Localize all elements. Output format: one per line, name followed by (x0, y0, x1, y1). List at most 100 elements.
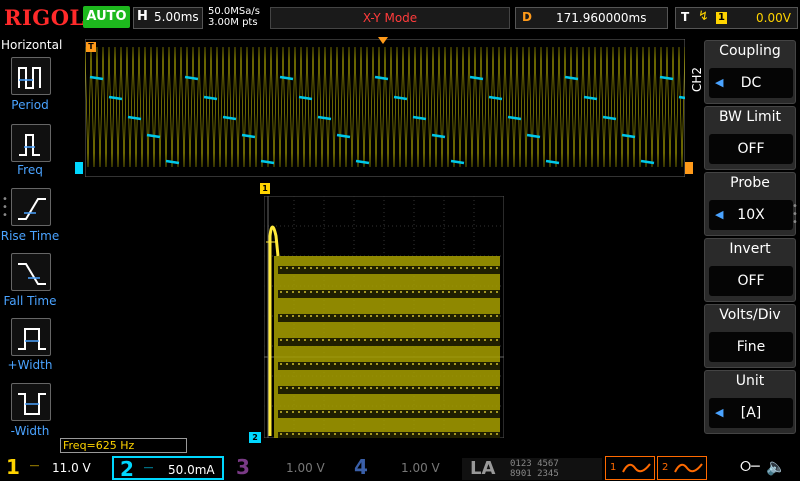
dc-coupling-icon: ― (30, 461, 39, 471)
period-label: Period (11, 98, 49, 112)
math-wave-icon (622, 463, 651, 473)
mute-speaker-icon[interactable]: 🔈 (766, 457, 786, 476)
la-label: LA (470, 458, 496, 479)
probe-title: Probe (730, 175, 770, 191)
delay-key: D (522, 10, 532, 24)
ch2-status[interactable]: 2 ― 50.0mA (112, 456, 224, 481)
invert-title: Invert (729, 241, 771, 257)
bw-limit-title: BW Limit (718, 109, 782, 125)
ch2-menu-tag: CH2 (690, 66, 704, 92)
menu-page-dots: • • • (2, 194, 8, 221)
frequency-measurement: Freq=625 Hz (60, 438, 187, 453)
math1-number: 1 (610, 462, 617, 473)
probe-softkey[interactable]: Probe ◀ 10X (704, 172, 796, 236)
trigger-display[interactable]: T ↯ 1 0.00V (675, 7, 798, 29)
usb-icon: ⭘─ (740, 459, 760, 475)
fall-time-icon (18, 263, 46, 285)
trigger-level-marker[interactable] (685, 162, 693, 174)
la-bits-row1: 0123 4567 (510, 459, 559, 469)
ch1-status[interactable]: 1 ― 11.0 V (0, 455, 112, 480)
ch1-scale: 11.0 V (52, 461, 91, 475)
plus-width-icon (18, 328, 46, 350)
freq-label: Freq (17, 163, 43, 177)
math2-number: 2 (662, 462, 669, 473)
ch4-scale: 1.00 V (401, 461, 440, 475)
ch2-y-marker[interactable]: 2 (249, 432, 261, 443)
math1-status[interactable]: 1 (605, 456, 655, 480)
fall-time-label: Fall Time (3, 294, 57, 308)
delay-value: 171.960000ms (556, 11, 647, 25)
minus-width-label: -Width (10, 424, 50, 438)
volts-div-value: Fine (736, 339, 766, 355)
brand-logo: RIGOL (4, 5, 85, 30)
ch4-number: 4 (354, 455, 368, 479)
ch2-scale: 50.0mA (168, 463, 215, 477)
coupling-title: Coupling (719, 43, 781, 59)
ch2-yt-offset-marker[interactable] (75, 162, 83, 174)
memory-depth: 3.00M pts (208, 17, 258, 28)
adjust-arrow-icon: ◀ (715, 76, 724, 89)
run-state-button[interactable]: AUTO (83, 6, 130, 28)
adjust-arrow-icon: ◀ (715, 208, 724, 221)
sample-info: 50.0MSa/s 3.00M pts (208, 6, 260, 28)
math-wave-icon (674, 463, 703, 473)
ch3-status[interactable]: 3 1.00 V (228, 455, 340, 480)
probe-page-dots: • • • (792, 201, 798, 228)
ch1-number: 1 (6, 455, 20, 479)
unit-title: Unit (735, 373, 765, 389)
invert-softkey[interactable]: Invert OFF (704, 238, 796, 302)
volts-div-value-box: Fine (709, 332, 793, 362)
bw-limit-value-box: OFF (709, 134, 793, 164)
adjust-arrow-icon: ◀ (715, 406, 724, 419)
xy-waveform-area[interactable] (264, 196, 504, 438)
ch1-x-marker[interactable]: 1 (260, 183, 270, 194)
unit-value-box: ◀ [A] (709, 398, 793, 428)
invert-value: OFF (737, 273, 765, 289)
period-icon (18, 67, 41, 89)
horizontal-key: H (137, 9, 148, 24)
plus-width-button[interactable] (11, 318, 51, 356)
coupling-value-box: ◀ DC (709, 68, 793, 98)
rise-time-button[interactable] (11, 188, 51, 226)
plus-width-label: +Width (7, 358, 53, 372)
trigger-key: T (681, 10, 690, 24)
volts-div-softkey[interactable]: Volts/Div Fine (704, 304, 796, 368)
ch2-number: 2 (120, 457, 134, 481)
coupling-softkey[interactable]: Coupling ◀ DC (704, 40, 796, 104)
trigger-source-badge: 1 (716, 12, 727, 24)
minus-width-button[interactable] (11, 383, 51, 421)
probe-value-box: ◀ 10X (709, 200, 793, 230)
ch3-number: 3 (236, 455, 250, 479)
timebase-value: 5.00ms (154, 10, 199, 24)
probe-value: 10X (737, 207, 765, 223)
bw-limit-value: OFF (737, 141, 765, 157)
xy-trace (266, 225, 500, 438)
rising-edge-icon: ↯ (698, 9, 709, 24)
rise-time-label: Rise Time (0, 229, 60, 243)
la-status[interactable]: LA 0123 4567 8901 2345 (462, 458, 602, 480)
la-bits-row2: 8901 2345 (510, 469, 559, 479)
unit-softkey[interactable]: Unit ◀ [A] (704, 370, 796, 434)
bw-limit-softkey[interactable]: BW Limit OFF (704, 106, 796, 170)
minus-width-icon (18, 393, 46, 415)
dc-coupling-icon: ― (144, 463, 153, 473)
period-button[interactable] (11, 57, 51, 95)
math2-status[interactable]: 2 (657, 456, 707, 480)
acquisition-mode: X-Y Mode (270, 7, 510, 29)
ch4-status[interactable]: 4 1.00 V (344, 455, 456, 480)
timebase-display[interactable]: H 5.00ms (133, 7, 203, 29)
ch3-scale: 1.00 V (286, 461, 325, 475)
yt-waveform-area[interactable] (85, 39, 685, 177)
delay-display[interactable]: D 171.960000ms (515, 7, 668, 29)
invert-value-box: OFF (709, 266, 793, 296)
rise-time-icon (18, 198, 46, 220)
unit-value: [A] (740, 405, 762, 421)
fall-time-button[interactable] (11, 253, 51, 291)
trigger-time-marker[interactable] (378, 37, 388, 44)
trigger-level: 0.00V (756, 11, 791, 25)
freq-button[interactable] (11, 124, 51, 162)
freq-icon (19, 134, 40, 156)
trigger-position-marker[interactable]: T (86, 42, 96, 52)
sample-rate: 50.0MSa/s (208, 6, 260, 17)
volts-div-title: Volts/Div (719, 307, 781, 323)
